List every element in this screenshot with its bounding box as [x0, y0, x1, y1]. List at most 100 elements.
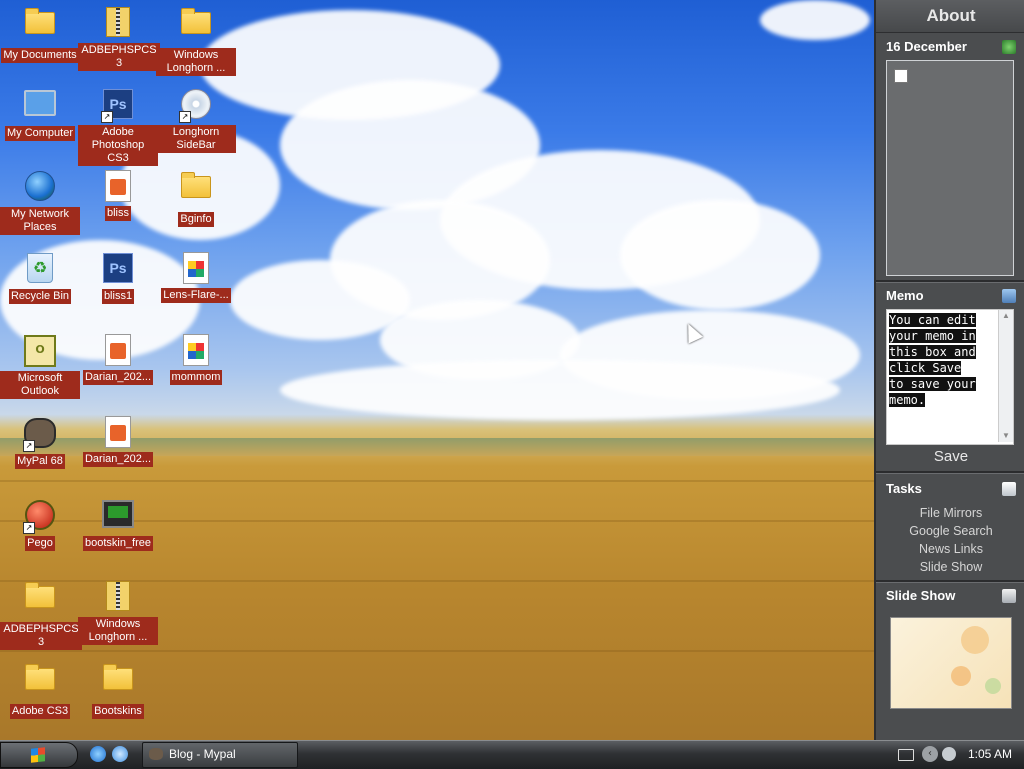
slideshow-header: Slide Show [876, 585, 1024, 607]
memo-scrollbar[interactable]: ▲ ▼ [998, 310, 1013, 442]
scroll-down-icon[interactable]: ▼ [999, 430, 1013, 442]
desktop-icon-label: Lens-Flare-... [161, 288, 231, 303]
tasks-gadget-icon[interactable] [1002, 482, 1016, 496]
clock[interactable]: 1:05 AM [968, 747, 1012, 761]
desktop-icon-lens-flare[interactable]: Lens-Flare-... [156, 250, 236, 303]
zip-folder-icon [101, 7, 135, 41]
desktop-icon-bootskin-free[interactable]: bootskin_free [78, 496, 158, 551]
recycle-bin-icon: ♻ [23, 253, 57, 287]
desktop-icon-mypal[interactable]: ↗ MyPal 68 [0, 414, 80, 469]
desktop-icon-label: ADBEPHSPCS3 [0, 622, 82, 650]
image-file-icon [179, 252, 213, 286]
desktop-icon-adobe-photoshop[interactable]: Ps ↗ Adobe Photoshop CS3 [78, 86, 158, 166]
desktop[interactable]: My Documents My Computer My Network Plac… [0, 0, 874, 740]
desktop-icon-label: My Network Places [0, 207, 80, 235]
sidebar-about-button[interactable]: About [876, 0, 1024, 33]
desktop-icon-label: Windows Longhorn ... [78, 617, 158, 645]
desktop-icon-label: Darian_202... [82, 370, 154, 385]
photoshop-icon: Ps ↗ [101, 89, 135, 123]
desktop-icon-label: Microsoft Outlook [0, 371, 80, 399]
calendar-date: 16 December [886, 39, 967, 54]
folder-icon [101, 664, 135, 702]
pego-icon: ↗ [23, 500, 57, 534]
desktop-icon-label: bootskin_free [82, 536, 154, 551]
system-tray: ‹ 1:05 AM [890, 741, 1024, 769]
folder-icon [179, 8, 213, 46]
keyboard-icon[interactable] [898, 749, 914, 761]
shortcut-arrow-icon: ↗ [179, 111, 191, 123]
memo-line: to save your [889, 377, 976, 391]
task-file-mirrors[interactable]: File Mirrors [876, 504, 1024, 522]
desktop-icon-label: ADBEPHSPCS3 [78, 43, 160, 71]
sidebar: About 16 December Memo You can edit your… [874, 0, 1024, 740]
desktop-icon-label: mommom [169, 370, 223, 385]
desktop-icon-label: MyPal 68 [15, 454, 65, 469]
memo-line: your memo in [889, 329, 976, 343]
slideshow-image[interactable] [890, 617, 1012, 709]
desktop-icon-adobe-cs3[interactable]: Adobe CS3 [0, 660, 80, 719]
desktop-icon-darian-1[interactable]: Darian_202... [78, 332, 158, 385]
slideshow-title: Slide Show [886, 588, 956, 603]
memo-line: You can edit [889, 313, 976, 327]
desktop-icon-mommom[interactable]: mommom [156, 332, 236, 385]
memo-line: click Save [889, 361, 962, 375]
tasks-title: Tasks [886, 481, 922, 496]
bootskin-icon [101, 500, 135, 534]
folder-documents-icon [23, 8, 57, 46]
tray-status-icon[interactable] [942, 747, 956, 761]
scroll-up-icon[interactable]: ▲ [999, 310, 1013, 322]
outlook-icon: O [23, 335, 57, 369]
desktop-icon-my-computer[interactable]: My Computer [0, 86, 80, 141]
calendar-gadget-icon[interactable] [1002, 40, 1016, 54]
desktop-icon-bliss[interactable]: bliss [78, 168, 158, 221]
folder-icon [179, 172, 213, 210]
slideshow-gadget-icon[interactable] [1002, 589, 1016, 603]
desktop-icon-my-network-places[interactable]: My Network Places [0, 168, 80, 235]
memo-save-button[interactable]: Save [876, 445, 1024, 469]
image-file-icon [101, 416, 135, 450]
desktop-icon-label: My Computer [4, 126, 76, 141]
broken-image-icon [894, 69, 908, 83]
desktop-icon-label: Recycle Bin [8, 289, 72, 304]
task-google-search[interactable]: Google Search [876, 522, 1024, 540]
computer-icon [23, 90, 57, 124]
desktop-icon-pego[interactable]: ↗ Pego [0, 496, 80, 551]
desktop-icon-windows-longhorn-zip[interactable]: Windows Longhorn ... [78, 578, 158, 645]
desktop-icon-label: Adobe CS3 [9, 704, 71, 719]
desktop-icon-darian-2[interactable]: Darian_202... [78, 414, 158, 467]
tasks-header: Tasks [876, 478, 1024, 500]
internet-explorer-quicklaunch-icon[interactable] [112, 746, 128, 762]
desktop-icon-longhorn-sidebar[interactable]: ↗ Longhorn SideBar [156, 86, 236, 153]
desktop-icon-bginfo[interactable]: Bginfo [156, 168, 236, 227]
image-file-icon [101, 334, 135, 368]
chevron-left-icon[interactable]: ‹ [922, 746, 938, 762]
desktop-icon-bliss1[interactable]: Ps bliss1 [78, 250, 158, 304]
task-slide-show[interactable]: Slide Show [876, 558, 1024, 576]
desktop-icon-label: Darian_202... [82, 452, 154, 467]
browser-quicklaunch-icon[interactable] [90, 746, 106, 762]
desktop-icon-label: Bootskins [92, 704, 144, 719]
shortcut-arrow-icon: ↗ [23, 440, 35, 452]
taskbar-window-label: Blog - Mypal [169, 747, 236, 761]
desktop-icon-windows-longhorn-folder[interactable]: Windows Longhorn ... [156, 4, 236, 76]
taskbar-window-button[interactable]: Blog - Mypal [142, 742, 298, 768]
zip-folder-icon [101, 581, 135, 615]
desktop-icon-microsoft-outlook[interactable]: O Microsoft Outlook [0, 332, 80, 399]
desktop-icon-adbephspcs3-folder[interactable]: ADBEPHSPCS3 [0, 578, 82, 650]
start-button[interactable] [0, 742, 78, 768]
memo-textarea[interactable]: You can edit your memo in this box and c… [886, 309, 1014, 445]
desktop-icon-label: My Documents [1, 48, 79, 63]
desktop-icon-adbephspcs3-zip[interactable]: ADBEPHSPCS3 [78, 4, 160, 71]
desktop-icon-recycle-bin[interactable]: ♻ Recycle Bin [0, 250, 80, 304]
desktop-icon-bootskins[interactable]: Bootskins [78, 660, 158, 719]
taskbar: Blog - Mypal ‹ 1:05 AM [0, 740, 1024, 769]
shortcut-arrow-icon: ↗ [101, 111, 113, 123]
memo-gadget-icon[interactable] [1002, 289, 1016, 303]
desktop-icon-label: Adobe Photoshop CS3 [78, 125, 158, 166]
memo-header: Memo [876, 285, 1024, 307]
desktop-icon-my-documents[interactable]: My Documents [0, 4, 80, 63]
calendar-panel[interactable] [886, 60, 1014, 276]
mypal-icon: ↗ [23, 418, 57, 452]
task-news-links[interactable]: News Links [876, 540, 1024, 558]
memo-line: this box and [889, 345, 976, 359]
